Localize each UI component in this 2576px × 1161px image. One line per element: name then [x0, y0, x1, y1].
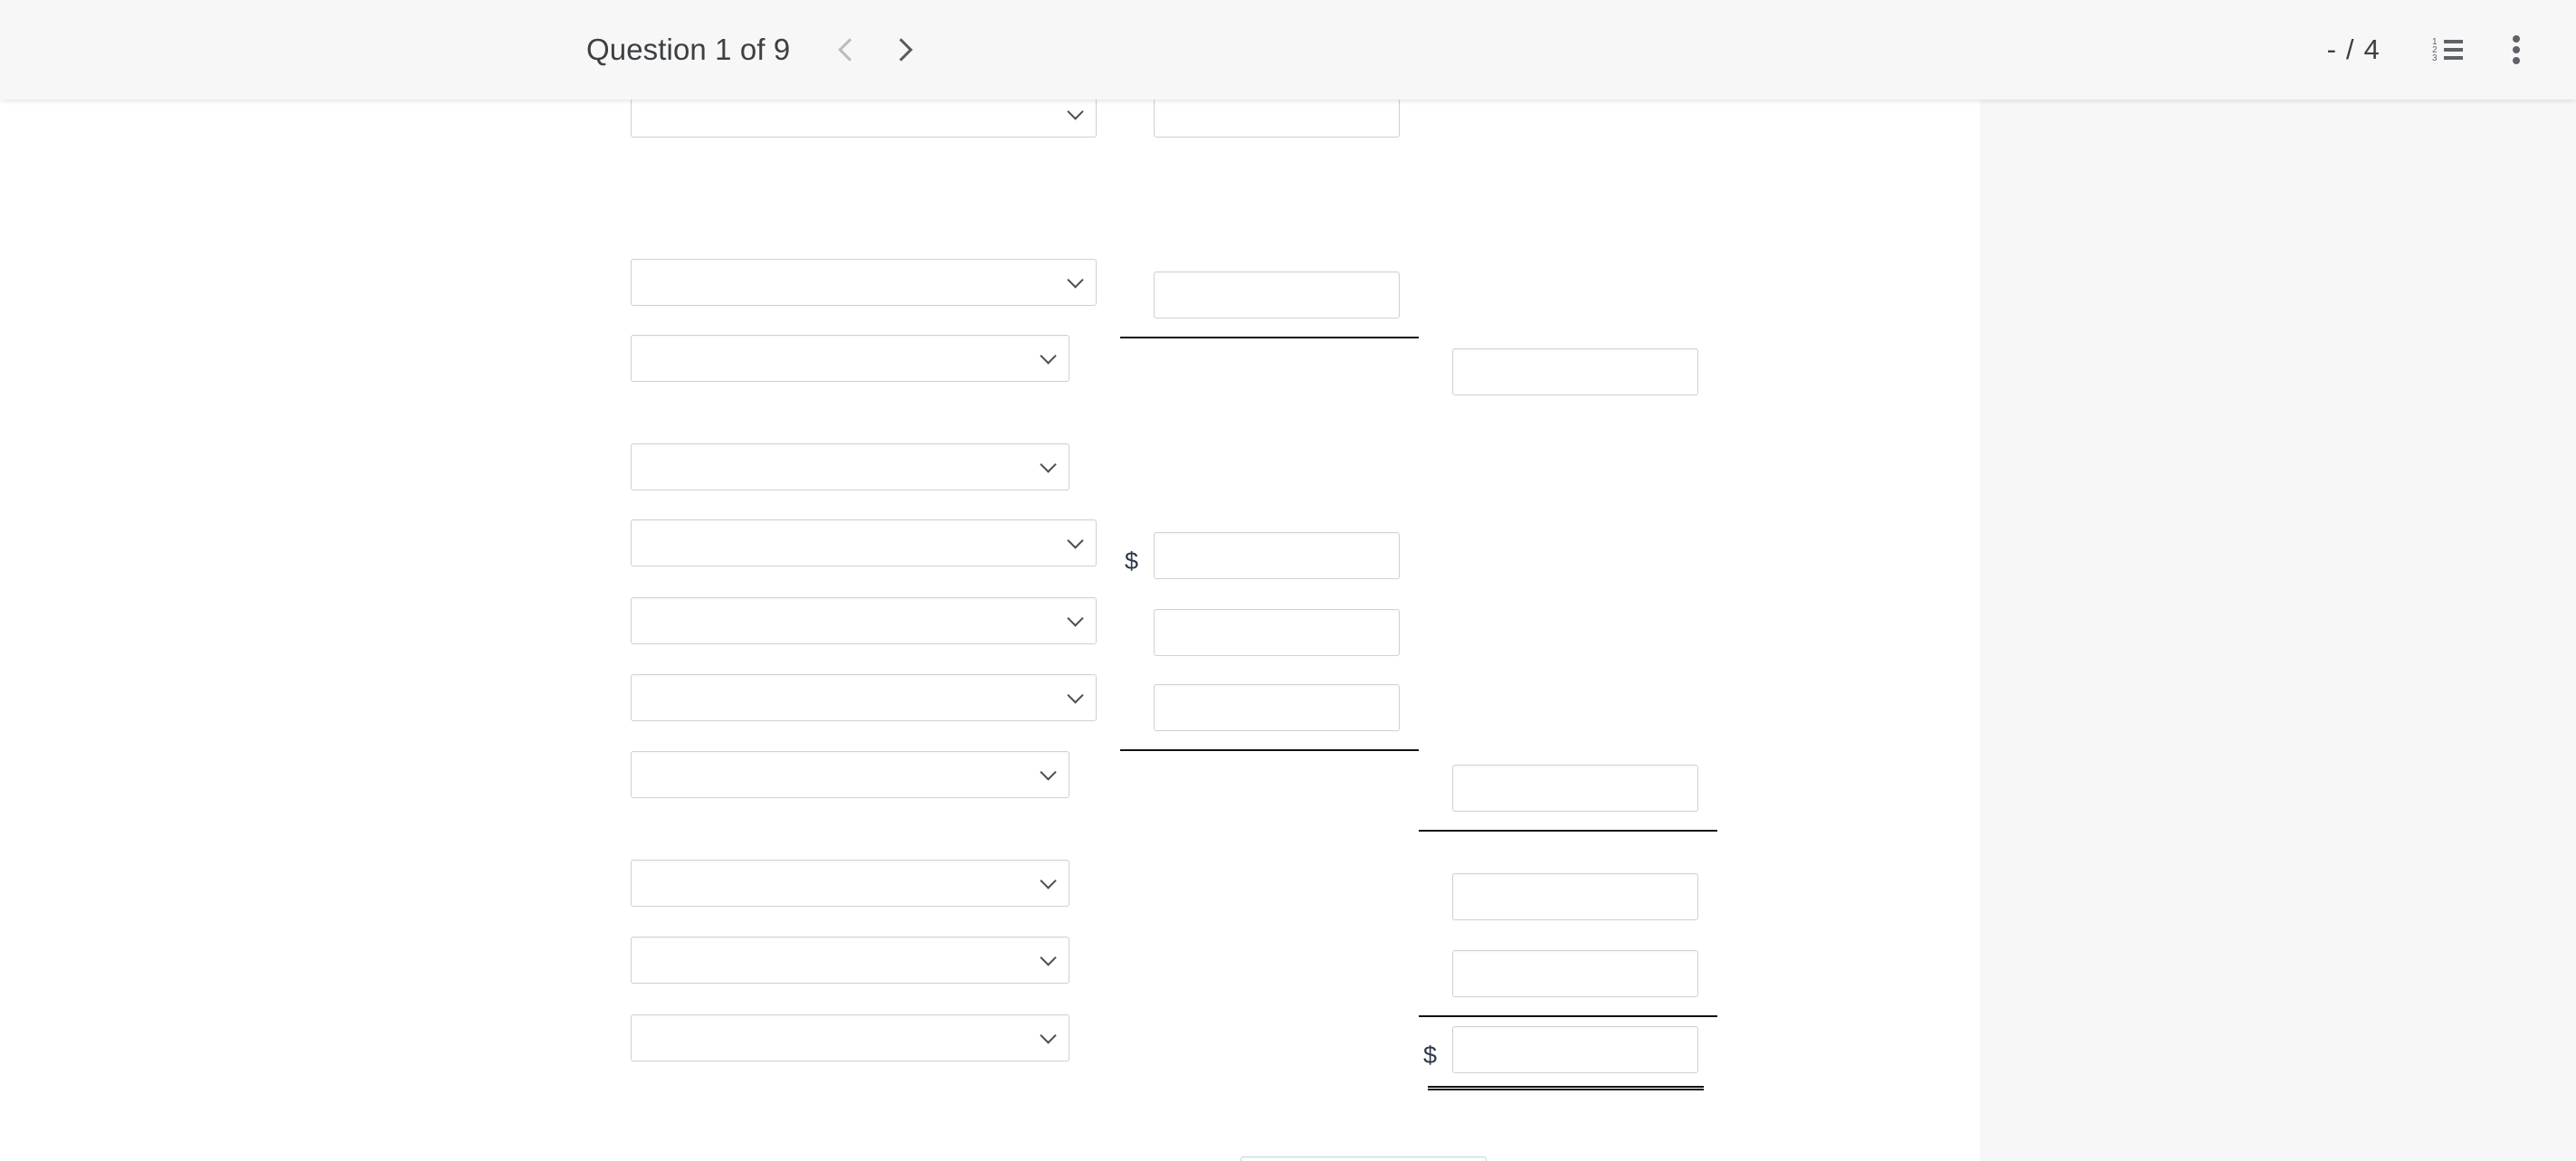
- header-actions: - / 4 1 2 3: [2327, 0, 2576, 100]
- row-7-amount-input[interactable]: [1154, 684, 1400, 731]
- table-row: [631, 100, 1097, 138]
- table-row: [631, 443, 1069, 490]
- row-3-amount-input[interactable]: [1452, 348, 1698, 395]
- row-2-amount-input[interactable]: [1154, 271, 1400, 319]
- app-header: Question 1 of 9 - / 4 1 2 3: [0, 0, 2576, 100]
- row-1-account-select[interactable]: [631, 100, 1097, 138]
- more-options-button[interactable]: [2489, 23, 2543, 77]
- row-1-amount-input[interactable]: [1154, 100, 1400, 138]
- row-11-currency-symbol: $: [1423, 1042, 1438, 1069]
- row-2-account-select[interactable]: [631, 259, 1097, 306]
- table-row: [631, 674, 1097, 721]
- subtotal-rule-2: [1120, 749, 1419, 751]
- table-row: [631, 519, 1097, 566]
- row-9-amount-input[interactable]: [1452, 873, 1698, 920]
- row-7-account-select[interactable]: [631, 674, 1097, 721]
- kebab-menu-icon: [2513, 35, 2520, 64]
- table-row: [631, 259, 1097, 306]
- subtotal-rule-1: [1120, 337, 1419, 338]
- grand-total-rule: [1428, 1086, 1704, 1090]
- row-11-account-select[interactable]: [631, 1014, 1069, 1061]
- row-3-account-select[interactable]: [631, 335, 1069, 382]
- table-row: [631, 937, 1069, 984]
- chevron-right-icon: [889, 38, 913, 62]
- score-display: - / 4: [2326, 33, 2381, 65]
- row-8-amount-input[interactable]: [1452, 765, 1698, 812]
- next-question-button[interactable]: [875, 22, 931, 78]
- table-row: [631, 860, 1069, 907]
- note-equipment-cost-input[interactable]: [1240, 1156, 1488, 1161]
- row-10-account-select[interactable]: [631, 937, 1069, 984]
- row-10-amount-input[interactable]: [1452, 950, 1698, 997]
- cash-flow-note: Note X to the Statement of Cash Flows: E…: [608, 1156, 1929, 1161]
- row-5-account-select[interactable]: [631, 519, 1097, 566]
- chevron-left-icon: [838, 38, 861, 62]
- list-digit-3: 3: [2432, 53, 2438, 63]
- previous-question-button[interactable]: [819, 22, 875, 78]
- table-row: [631, 597, 1097, 644]
- numbered-list-icon: 1 2 3: [2432, 38, 2463, 63]
- question-navigator: Question 1 of 9: [586, 22, 931, 78]
- table-row: [631, 1014, 1069, 1061]
- page-title: Question 1 of 9: [586, 33, 791, 66]
- subtotal-rule-3: [1419, 830, 1717, 832]
- question-content-card: $ $: [0, 100, 1980, 1161]
- question-list-button[interactable]: 1 2 3: [2420, 23, 2475, 77]
- row-4-account-select[interactable]: [631, 443, 1069, 490]
- row-9-account-select[interactable]: [631, 860, 1069, 907]
- table-row: [631, 335, 1069, 382]
- row-5-currency-symbol: $: [1125, 547, 1139, 575]
- row-11-amount-input[interactable]: [1452, 1026, 1698, 1073]
- row-6-account-select[interactable]: [631, 597, 1097, 644]
- subtotal-rule-4: [1419, 1015, 1717, 1017]
- row-6-amount-input[interactable]: [1154, 609, 1400, 656]
- row-5-amount-input[interactable]: [1154, 532, 1400, 579]
- row-8-account-select[interactable]: [631, 751, 1069, 798]
- cash-flow-worksheet: $ $: [0, 100, 1980, 1161]
- table-row: [631, 751, 1069, 798]
